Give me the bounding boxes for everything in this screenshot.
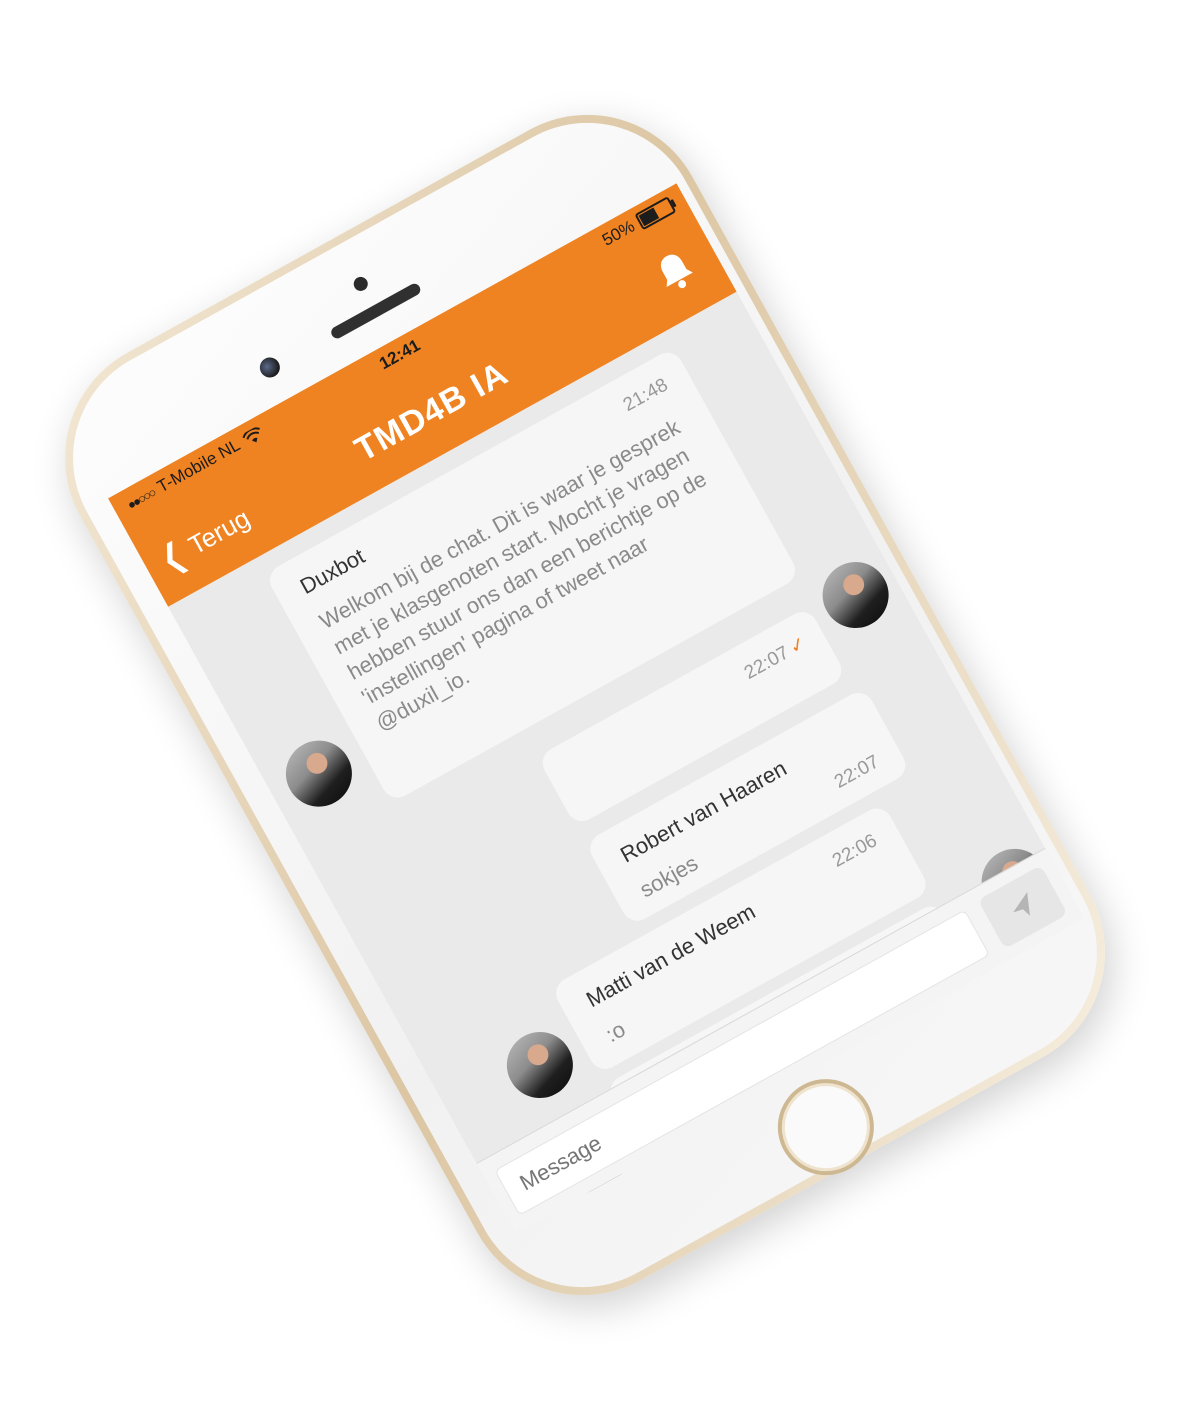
app-screen: ●●○○○ T-Mobile NL 12:41 50% ❮ Terug TMD4… — [108, 183, 1084, 1234]
battery-percent: 50% — [598, 216, 638, 250]
message-time: 22:07✓ — [740, 632, 810, 685]
iphone-device: ●●○○○ T-Mobile NL 12:41 50% ❮ Terug TMD4… — [21, 71, 1149, 1339]
message-time-text: 22:07 — [740, 642, 793, 684]
avatar — [274, 728, 364, 819]
send-arrow-icon — [1013, 892, 1030, 916]
proximity-sensor — [351, 274, 371, 294]
battery-icon — [634, 196, 677, 231]
front-camera-icon — [256, 353, 284, 382]
battery-group: 50% — [599, 195, 677, 250]
battery-level-fill — [638, 207, 660, 227]
stage: ●●○○○ T-Mobile NL 12:41 50% ❮ Terug TMD4… — [0, 0, 1186, 1418]
send-button[interactable] — [977, 865, 1068, 949]
avatar — [495, 1020, 585, 1110]
phone-face: ●●○○○ T-Mobile NL 12:41 50% ❮ Terug TMD4… — [32, 82, 1138, 1328]
